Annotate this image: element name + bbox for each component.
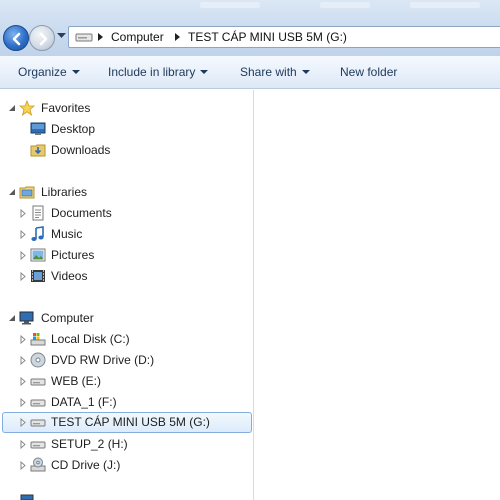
include-in-library-label: Include in library: [108, 65, 196, 79]
pictures-label: Pictures: [51, 248, 95, 262]
computer-icon: [19, 311, 34, 325]
test-cap-g-label: TEST CÁP MINI USB 5M (G:): [51, 415, 210, 429]
drive-icon: [75, 33, 93, 42]
organize-label: Organize: [18, 65, 67, 79]
drive-icon: [30, 378, 46, 386]
nav-item-desktop[interactable]: Desktop: [0, 119, 253, 139]
nav-item-local-disk-c[interactable]: Local Disk (C:): [0, 329, 253, 349]
title-bar-ghost: [200, 2, 260, 8]
nav-item-setup2-h[interactable]: SETUP_2 (H:): [0, 434, 253, 454]
collapse-arrow-icon[interactable]: [8, 188, 16, 196]
star-icon: [19, 100, 35, 116]
collapse-arrow-icon[interactable]: [8, 314, 16, 322]
cd-drive-icon: [30, 457, 46, 472]
window-title-bar: Computer TEST CÁP MINI USB 5M (G:): [0, 0, 500, 56]
nav-group-computer[interactable]: Computer: [0, 308, 253, 328]
music-label: Music: [51, 227, 83, 241]
share-with-label: Share with: [240, 65, 297, 79]
expand-arrow-icon[interactable]: [20, 209, 26, 218]
breadcrumb-chevron-icon[interactable]: [175, 33, 181, 41]
expand-arrow-icon[interactable]: [20, 418, 26, 427]
breadcrumb-chevron-icon[interactable]: [98, 33, 104, 41]
expand-arrow-icon[interactable]: [20, 230, 26, 239]
collapse-arrow-icon[interactable]: [8, 104, 16, 112]
caret-down-icon: [301, 70, 310, 74]
new-folder-button[interactable]: New folder: [340, 65, 397, 79]
data1-f-label: DATA_1 (F:): [51, 395, 117, 409]
nav-item-videos[interactable]: Videos: [0, 266, 253, 286]
address-bar[interactable]: Computer TEST CÁP MINI USB 5M (G:): [68, 26, 500, 48]
downloads-folder-icon: [30, 144, 46, 157]
videos-icon: [31, 270, 45, 282]
arrow-right-icon: [39, 32, 48, 46]
pictures-icon: [30, 248, 46, 262]
drive-icon: [30, 399, 46, 407]
expand-arrow-icon[interactable]: [20, 335, 26, 344]
nav-group-favorites[interactable]: Favorites: [0, 98, 253, 118]
dvd-rw-d-label: DVD RW Drive (D:): [51, 353, 155, 367]
nav-item-downloads[interactable]: Downloads: [0, 140, 253, 160]
desktop-icon: [30, 122, 46, 135]
expand-arrow-icon[interactable]: [20, 356, 26, 365]
setup2-h-label: SETUP_2 (H:): [51, 437, 128, 451]
command-toolbar: Organize Include in library Share with N…: [0, 56, 500, 89]
breadcrumb-current-drive[interactable]: TEST CÁP MINI USB 5M (G:): [188, 30, 347, 44]
caret-down-icon: [200, 70, 209, 74]
forward-button[interactable]: [29, 25, 55, 51]
expand-arrow-icon[interactable]: [20, 398, 26, 407]
new-folder-label: New folder: [340, 65, 398, 79]
include-in-library-button[interactable]: Include in library: [108, 65, 209, 79]
expand-arrow-icon[interactable]: [20, 440, 26, 449]
caret-down-icon: [71, 70, 80, 74]
local-disk-c-label: Local Disk (C:): [51, 332, 130, 346]
nav-item-cd-drive-j[interactable]: CD Drive (J:): [0, 455, 253, 475]
breadcrumb-computer[interactable]: Computer: [111, 30, 164, 44]
dvd-drive-icon: [30, 352, 46, 368]
desktop-label: Desktop: [51, 122, 96, 136]
libraries-icon: [19, 186, 35, 199]
nav-item-documents[interactable]: Documents: [0, 203, 253, 223]
expand-arrow-icon[interactable]: [20, 377, 26, 386]
navigation-pane: Favorites Desktop Downloads Libraries Do…: [0, 90, 253, 500]
libraries-label: Libraries: [41, 185, 88, 199]
documents-label: Documents: [51, 206, 112, 220]
web-e-label: WEB (E:): [51, 374, 101, 388]
nav-item-dvd-rw-d[interactable]: DVD RW Drive (D:): [0, 350, 253, 370]
title-bar-ghost: [320, 2, 370, 8]
documents-icon: [32, 205, 44, 221]
nav-item-pictures[interactable]: Pictures: [0, 245, 253, 265]
drive-icon: [30, 419, 46, 427]
nav-item-music[interactable]: Music: [0, 224, 253, 244]
file-list-pane[interactable]: [254, 90, 500, 500]
organize-button[interactable]: Organize: [18, 65, 80, 79]
nav-group-libraries[interactable]: Libraries: [0, 182, 253, 202]
share-with-button[interactable]: Share with: [240, 65, 310, 79]
videos-label: Videos: [51, 269, 88, 283]
expand-arrow-icon[interactable]: [20, 251, 26, 260]
downloads-label: Downloads: [51, 143, 111, 157]
expand-arrow-icon[interactable]: [20, 461, 26, 470]
back-button[interactable]: [3, 25, 29, 51]
music-note-icon: [31, 226, 44, 241]
recent-pages-dropdown-icon[interactable]: [57, 33, 66, 39]
nav-item-data1-f[interactable]: DATA_1 (F:): [0, 392, 253, 412]
nav-item-web-e[interactable]: WEB (E:): [0, 371, 253, 391]
favorites-label: Favorites: [41, 101, 91, 115]
cd-drive-j-label: CD Drive (J:): [51, 458, 121, 472]
drive-icon: [30, 441, 46, 449]
arrow-left-icon: [12, 32, 21, 46]
title-bar-ghost: [410, 2, 480, 8]
network-icon-partial: [20, 494, 34, 500]
nav-item-test-cap-g[interactable]: TEST CÁP MINI USB 5M (G:): [0, 412, 253, 433]
computer-label: Computer: [41, 311, 94, 325]
windows-drive-icon: [30, 333, 46, 346]
expand-arrow-icon[interactable]: [20, 272, 26, 281]
